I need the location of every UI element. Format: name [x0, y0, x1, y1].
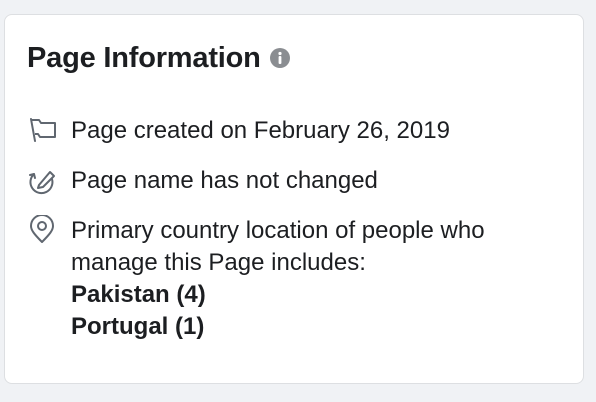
- page-created-row: Page created on February 26, 2019: [25, 115, 450, 147]
- page-name-row: Page name has not changed: [25, 165, 378, 197]
- country-pakistan: Pakistan (4): [71, 281, 206, 308]
- edit-icon: [25, 165, 59, 195]
- flag-icon: [25, 115, 59, 145]
- page-created-text: Page created on February 26, 2019: [71, 117, 450, 144]
- location-line-1: Primary country location of people who: [71, 217, 485, 244]
- page-information-card: Page Information Page created on Februar…: [4, 14, 584, 384]
- page-location-text: Primary country location of people who m…: [71, 215, 561, 343]
- page-information-title: Page Information: [27, 42, 261, 74]
- page-name-text: Page name has not changed: [71, 167, 378, 194]
- country-portugal: Portugal (1): [71, 313, 205, 340]
- location-line-2: manage this Page includes:: [71, 249, 366, 276]
- info-icon[interactable]: [269, 47, 291, 69]
- page-information-header: Page Information: [27, 41, 291, 75]
- page-location-row: Primary country location of people who m…: [25, 215, 561, 343]
- location-pin-icon: [25, 215, 59, 245]
